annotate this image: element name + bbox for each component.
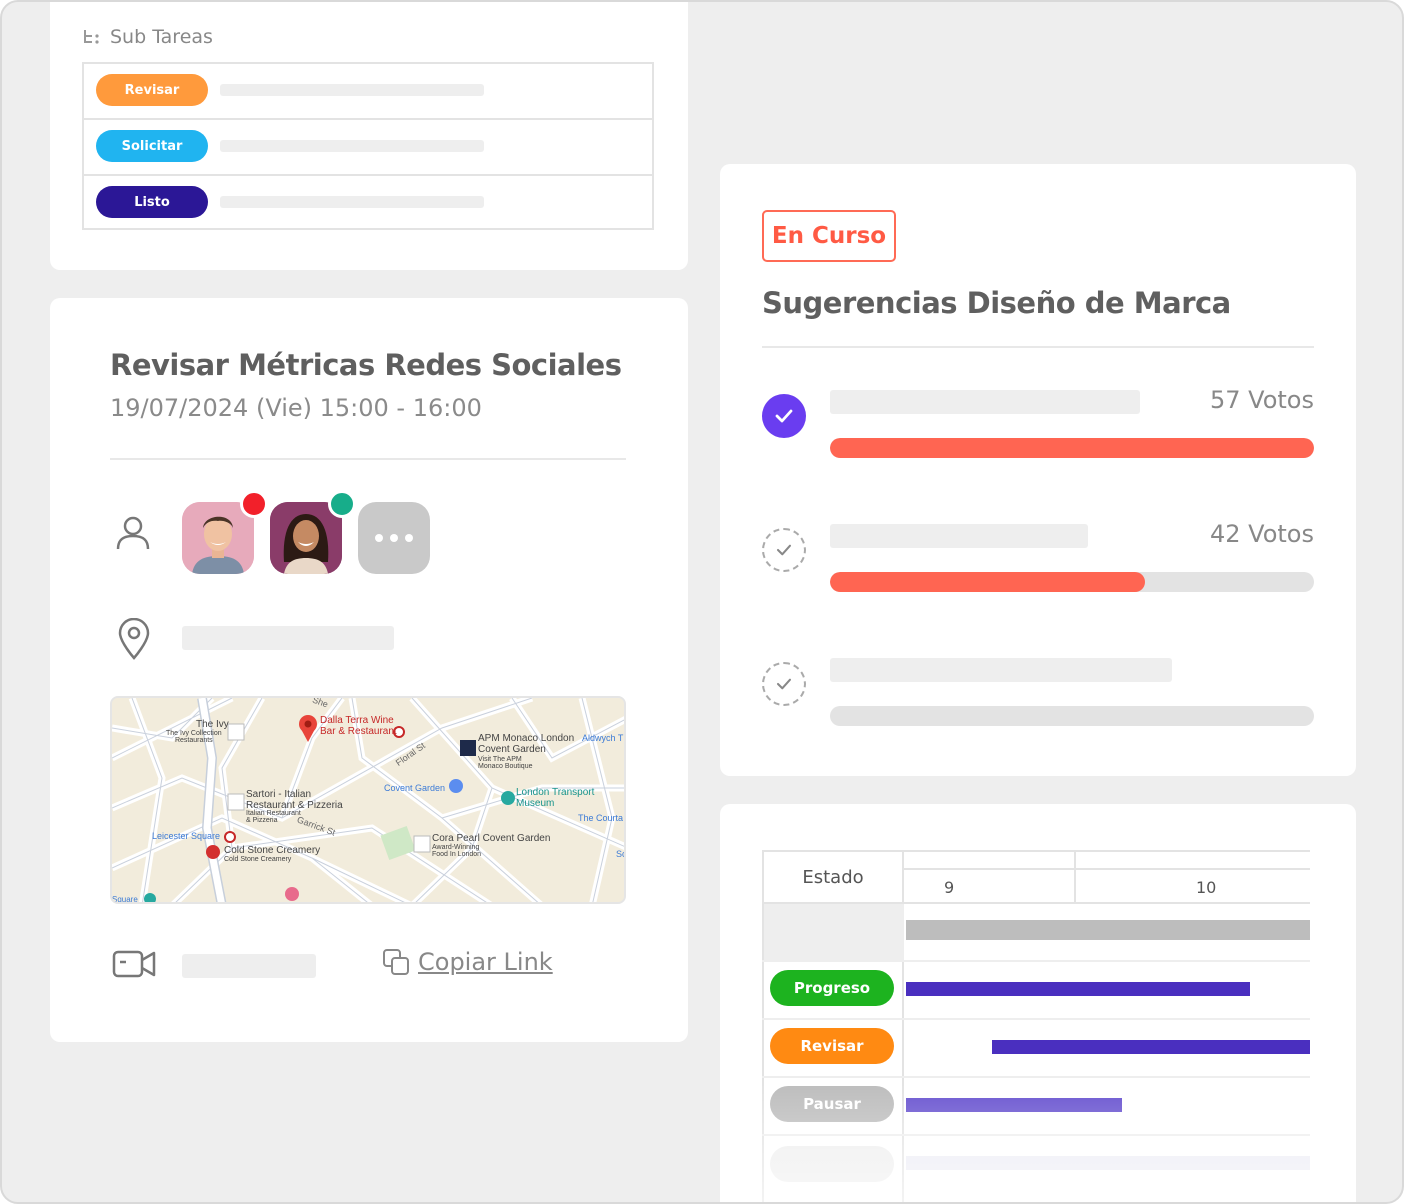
option-text-placeholder [830,658,1172,682]
location-map[interactable]: The Ivy The Ivy Collection Restaurants D… [110,696,626,904]
subtask-text-placeholder [220,84,484,96]
vote-bar [830,706,1314,726]
option-selected-check[interactable] [762,394,806,438]
map-label: Visit The APM Monaco Boutique [478,756,533,771]
subtasks-card: Sub Tareas Revisar Solicitar Listo [50,2,688,270]
vote-bar-fill [830,438,1314,458]
subtask-text-placeholder [220,196,484,208]
event-card: Revisar Métricas Redes Sociales 19/07/20… [50,298,688,1042]
map-label: Dalla Terra Wine Bar & Restaurant [320,715,397,737]
check-icon [775,409,793,423]
divider [762,346,1314,348]
gantt-task-bar[interactable] [992,1040,1310,1054]
row-divider [762,1134,1310,1136]
map-label: The Ivy [196,719,229,730]
status-dot-busy [240,490,268,518]
location-pin-icon [118,618,150,660]
vote-bar [830,438,1314,458]
subtask-row[interactable]: Revisar [84,64,652,120]
map-label: Aldwych T [582,733,624,743]
map-label: Sc [616,849,626,859]
time-label: 10 [1196,878,1217,897]
subtasks-header: Sub Tareas [82,26,213,48]
subtasks-icon [84,30,99,44]
gantt-status-pill-placeholder [770,1146,894,1182]
event-date: 19/07/2024 (Vie) 15:00 - 16:00 [110,394,482,422]
more-attendees-button[interactable] [358,502,430,574]
gantt-task-bar-placeholder [906,1156,1310,1170]
gantt-header-line [904,868,1310,870]
map-label: Square [112,895,138,904]
vote-bar [830,572,1314,592]
gantt-column-header: Estado [762,850,904,904]
copy-link-label: Copiar Link [418,948,553,976]
person-icon [116,516,150,550]
subtask-status-pill[interactable]: Solicitar [96,130,208,162]
event-title: Revisar Métricas Redes Sociales [110,348,622,382]
subtask-row[interactable]: Solicitar [84,120,652,176]
map-label: London Transport Museum [516,787,595,809]
divider [110,458,626,460]
map-label: The Ivy Collection Restaurants [166,730,222,745]
map-label: Covent Garden [384,783,446,793]
gantt-status-pill[interactable]: Progreso [770,970,894,1006]
subtask-row[interactable]: Listo [84,176,652,232]
gantt-card: Estado 9 10 Progreso Revisar Pausar [720,804,1356,1202]
vote-bar-fill [830,572,1145,592]
map-label: Cold Stone Creamery [224,845,321,856]
map-label: Award-Winning Food In London [432,844,482,859]
row-divider [762,1076,1310,1078]
check-icon [776,544,792,556]
subtask-status-pill[interactable]: Revisar [96,74,208,106]
vote-count: 57 Votos [1209,386,1314,414]
app-frame: Sub Tareas Revisar Solicitar Listo Revis… [0,0,1404,1204]
time-label: 9 [944,878,955,897]
status-dot-available [328,490,356,518]
subtasks-title: Sub Tareas [110,26,213,48]
map-label: Sartori - Italian Restaurant & Pizzeria [246,789,343,811]
video-camera-icon [112,950,156,978]
row-divider [762,1018,1310,1020]
subtask-status-pill[interactable]: Listo [96,186,208,218]
map-label: Leicester Square [152,831,221,841]
copy-link-button[interactable]: Copiar Link [382,948,553,976]
check-icon [776,678,792,690]
poll-title: Sugerencias Diseño de Marca [762,286,1231,320]
map-label: Cora Pearl Covent Garden [432,833,551,844]
map-label: Italian Restaurant & Pizzeria [246,810,301,825]
subtask-text-placeholder [220,140,484,152]
video-link-placeholder [182,954,316,978]
poll-card: En Curso Sugerencias Diseño de Marca 57 … [720,164,1356,776]
more-dots-icon [375,534,413,542]
option-text-placeholder [830,390,1140,414]
gantt-time-header: 10 [1076,850,1310,904]
gantt-chart: Estado 9 10 Progreso Revisar Pausar [762,850,1310,1202]
gantt-task-bar[interactable] [906,1098,1122,1112]
option-text-placeholder [830,524,1088,548]
map-label: The Courta [578,813,624,823]
option-check[interactable] [762,662,806,706]
location-text-placeholder [182,626,394,650]
gantt-status-pill[interactable]: Revisar [770,1028,894,1064]
copy-icon [383,949,409,975]
status-badge: En Curso [762,210,896,262]
vote-count: 42 Votos [1209,520,1314,548]
gantt-time-header: 9 [904,850,1076,904]
subtasks-table: Revisar Solicitar Listo [82,62,654,230]
map-label: Cold Stone Creamery [224,856,292,863]
gantt-task-bar[interactable] [906,982,1250,996]
map-label: APM Monaco London Covent Garden [478,733,575,755]
gantt-summary-cell [764,904,904,962]
gantt-status-pill[interactable]: Pausar [770,1086,894,1122]
gantt-summary-bar [906,920,1310,940]
row-divider [762,960,1310,962]
option-check[interactable] [762,528,806,572]
